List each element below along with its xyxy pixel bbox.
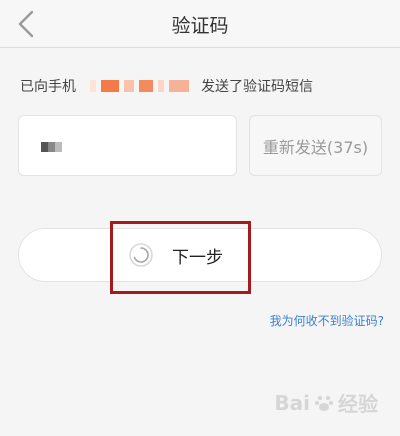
sms-sent-notice: 已向手机 发送了验证码短信 xyxy=(20,76,313,96)
resend-button[interactable]: 重新发送(37s) xyxy=(249,115,382,176)
nav-bar: 验证码 xyxy=(0,0,400,48)
paw-logo-icon xyxy=(315,395,333,411)
mask-block xyxy=(41,142,48,152)
mask-block xyxy=(48,142,55,152)
masked-code-value xyxy=(41,142,62,152)
watermark-text-2: 经验 xyxy=(338,392,378,416)
mask-block xyxy=(101,80,119,92)
mask-block xyxy=(139,80,153,92)
verification-code-input[interactable] xyxy=(18,115,237,176)
mask-block xyxy=(55,142,62,152)
mask-block xyxy=(90,80,96,92)
watermark: Bai 经验 xyxy=(274,388,378,417)
watermark-text: Bai xyxy=(274,390,310,415)
page-title: 验证码 xyxy=(171,15,229,37)
sms-notice-prefix: 已向手机 xyxy=(20,79,76,95)
sms-help-link[interactable]: 我为何收不到验证码? xyxy=(270,312,384,329)
mask-block xyxy=(124,80,134,92)
highlight-box xyxy=(110,221,251,294)
sms-notice-suffix: 发送了验证码短信 xyxy=(201,79,313,95)
masked-phone-number xyxy=(90,79,189,93)
mask-block xyxy=(158,80,164,92)
mask-block xyxy=(169,80,189,92)
